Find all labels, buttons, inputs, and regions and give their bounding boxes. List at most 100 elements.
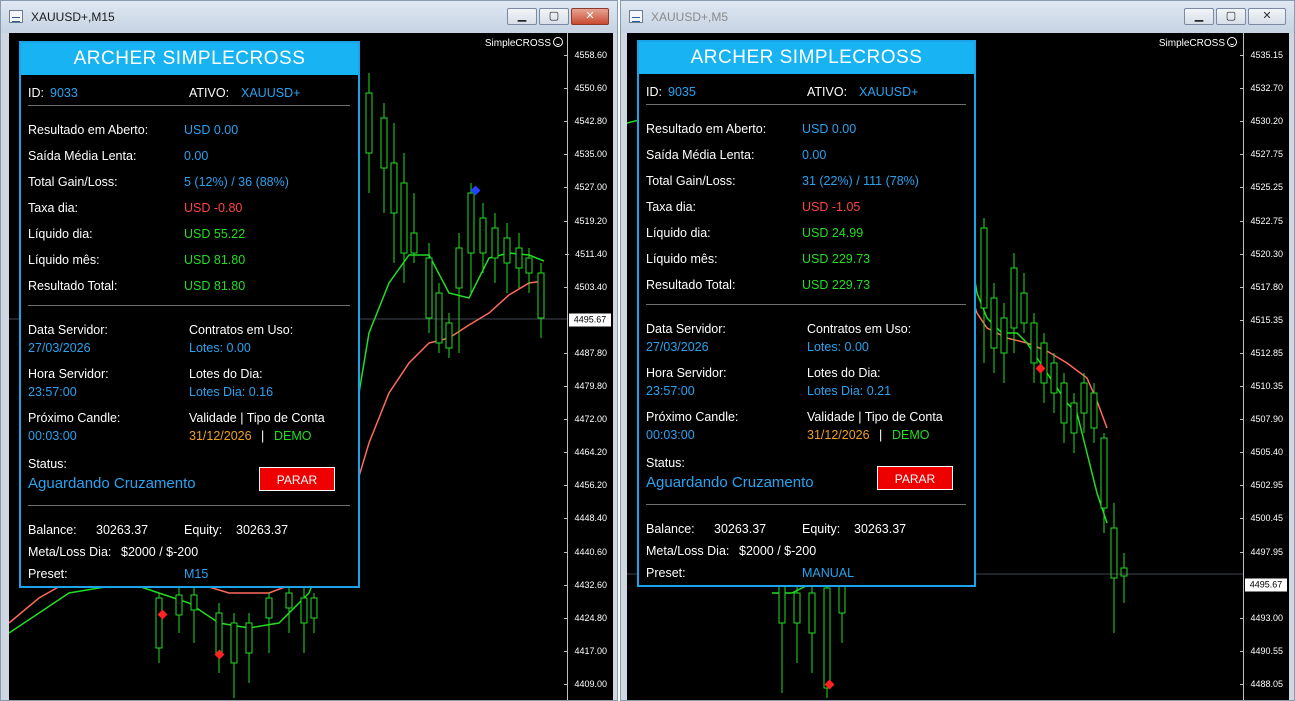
meta-loss-label: Meta/Loss Dia: xyxy=(28,545,112,559)
proximo-candle-label: Próximo Candle: xyxy=(646,410,739,424)
resultado-aberto-label: Resultado em Aberto: xyxy=(28,123,149,137)
candle xyxy=(1110,527,1118,579)
parar-button[interactable]: PARAR xyxy=(877,466,953,490)
price-axis-tick: 4510.35 xyxy=(1240,381,1283,391)
price-axis[interactable]: 4535.15 4532.70 4530.20 4527.75 4525.25 4522.… xyxy=(1240,33,1289,700)
price-axis[interactable]: 4558.60 4550.60 4542.80 4535.00 4527.00 4519.… xyxy=(564,33,613,700)
candle xyxy=(1020,292,1028,324)
status-label: Status: xyxy=(646,456,685,470)
candle xyxy=(1090,392,1098,429)
gainloss-label: Total Gain/Loss: xyxy=(28,175,118,189)
data-servidor-label: Data Servidor: xyxy=(646,322,726,336)
preset-label: Preset: xyxy=(28,567,68,581)
price-axis-tick: 4479.80 xyxy=(564,381,607,391)
candle xyxy=(245,622,253,654)
candle xyxy=(300,597,308,624)
close-icon: ✕ xyxy=(585,10,595,22)
maximize-button[interactable]: ▢ xyxy=(539,8,569,25)
resultado-aberto-label: Resultado em Aberto: xyxy=(646,122,767,136)
candle xyxy=(823,587,831,689)
balance-value: 30263.37 xyxy=(96,523,149,537)
preset-label: Preset: xyxy=(646,566,686,580)
lotes-dia-label: Lotes do Dia: xyxy=(189,367,263,381)
ativo-label: ATIVO: xyxy=(189,86,230,100)
liquido-dia-label: Líquido dia: xyxy=(28,227,93,241)
preset-value: MANUAL xyxy=(802,566,855,580)
price-chart[interactable]: SimpleCROSS 4558.60 4550.60 4542.80 4535.00… xyxy=(9,33,613,700)
parar-button[interactable]: PARAR xyxy=(259,467,335,491)
candle xyxy=(380,117,388,169)
candle xyxy=(1000,317,1008,354)
candle xyxy=(778,582,786,624)
candle xyxy=(155,597,163,649)
contratos-label: Contratos em Uso: xyxy=(189,323,294,337)
id-value: 9033 xyxy=(50,86,78,100)
price-chart[interactable]: SimpleCROSS 4535.15 4532.70 4530.20 4527.75… xyxy=(627,33,1289,700)
price-axis-tick: 4440.60 xyxy=(564,546,607,557)
maximize-button[interactable]: ▢ xyxy=(1216,8,1246,25)
validade-date: 31/12/2026 xyxy=(807,428,870,442)
price-axis-tick: 4535.00 xyxy=(564,149,607,160)
expert-advisor-label[interactable]: SimpleCROSS xyxy=(1159,37,1237,49)
candle xyxy=(1100,437,1108,509)
price-axis-tick: 4424.80 xyxy=(564,612,607,623)
candle xyxy=(310,597,318,619)
price-axis-tick: 4472.00 xyxy=(564,414,607,425)
divider xyxy=(646,104,966,105)
candle xyxy=(435,292,443,344)
data-servidor-value: 27/03/2026 xyxy=(28,341,91,355)
candle xyxy=(390,162,398,214)
ea-name: SimpleCROSS xyxy=(1158,38,1225,49)
data-servidor-label: Data Servidor: xyxy=(28,323,108,337)
status-value: Aguardando Cruzamento xyxy=(646,474,814,491)
price-axis-tick: 4558.60 xyxy=(564,50,607,60)
candle xyxy=(808,592,816,634)
price-axis-tick: 4493.00 xyxy=(1240,612,1283,623)
balance-label: Balance: xyxy=(28,523,77,537)
candle xyxy=(525,257,533,274)
close-icon: ✕ xyxy=(1262,10,1272,22)
liquido-mes-label: Líquido mês: xyxy=(28,253,100,267)
candle xyxy=(479,217,487,254)
taxa-label: Taxa dia: xyxy=(646,200,697,214)
price-axis-tick: 4515.35 xyxy=(1240,314,1283,325)
hora-servidor-value: 23:57:00 xyxy=(646,384,695,398)
divider xyxy=(646,304,966,305)
close-button[interactable]: ✕ xyxy=(571,8,609,25)
price-axis-tick: 4527.75 xyxy=(1240,149,1283,160)
candle xyxy=(990,297,998,349)
candle xyxy=(365,92,373,154)
saida-label: Saída Média Lenta: xyxy=(646,148,755,162)
price-axis-tick: 4512.85 xyxy=(1240,347,1283,358)
chart-window-m15[interactable]: XAUUSD+,M15 ▁ ▢ ✕ SimpleCROSS 4558.60 45… xyxy=(0,0,618,701)
hora-servidor-label: Hora Servidor: xyxy=(646,366,727,380)
price-axis-tick: 4522.75 xyxy=(1240,215,1283,226)
price-axis-tick: 4511.40 xyxy=(565,248,607,259)
divider xyxy=(28,505,350,506)
meta-loss-value: $2000 / $-200 xyxy=(121,545,199,559)
hora-servidor-label: Hora Servidor: xyxy=(28,367,109,381)
liquido-mes-value: USD 81.80 xyxy=(184,253,246,267)
price-axis-tick: 4464.20 xyxy=(564,447,607,458)
expert-advisor-label[interactable]: SimpleCROSS xyxy=(485,37,563,49)
status-value: Aguardando Cruzamento xyxy=(28,475,196,492)
current-price-tag: 4495.67 xyxy=(1245,578,1287,592)
candle xyxy=(515,247,523,269)
price-axis-tick: 4456.20 xyxy=(564,480,607,491)
current-price-tag: 4495.67 xyxy=(569,313,611,327)
candle xyxy=(285,592,293,609)
panel-title: ARCHER SIMPLECROSS xyxy=(639,42,974,74)
candle xyxy=(1120,567,1128,577)
close-button[interactable]: ✕ xyxy=(1248,8,1286,25)
panel-title: ARCHER SIMPLECROSS xyxy=(21,43,358,75)
minimize-button[interactable]: ▁ xyxy=(507,8,537,25)
minimize-button[interactable]: ▁ xyxy=(1184,8,1214,25)
price-axis-tick: 4490.55 xyxy=(1240,645,1283,656)
window-titlebar[interactable]: XAUUSD+,M15 ▁ ▢ ✕ xyxy=(1,1,617,33)
validade-label: Validade | Tipo de Conta xyxy=(189,411,325,425)
chart-window-m5[interactable]: XAUUSD+,M5 ▁ ▢ ✕ SimpleCROSS 4535.15 453… xyxy=(620,0,1295,701)
window-titlebar[interactable]: XAUUSD+,M5 ▁ ▢ ✕ xyxy=(621,1,1294,33)
hora-servidor-value: 23:57:00 xyxy=(28,385,77,399)
candle xyxy=(980,227,988,309)
candle xyxy=(455,247,463,289)
